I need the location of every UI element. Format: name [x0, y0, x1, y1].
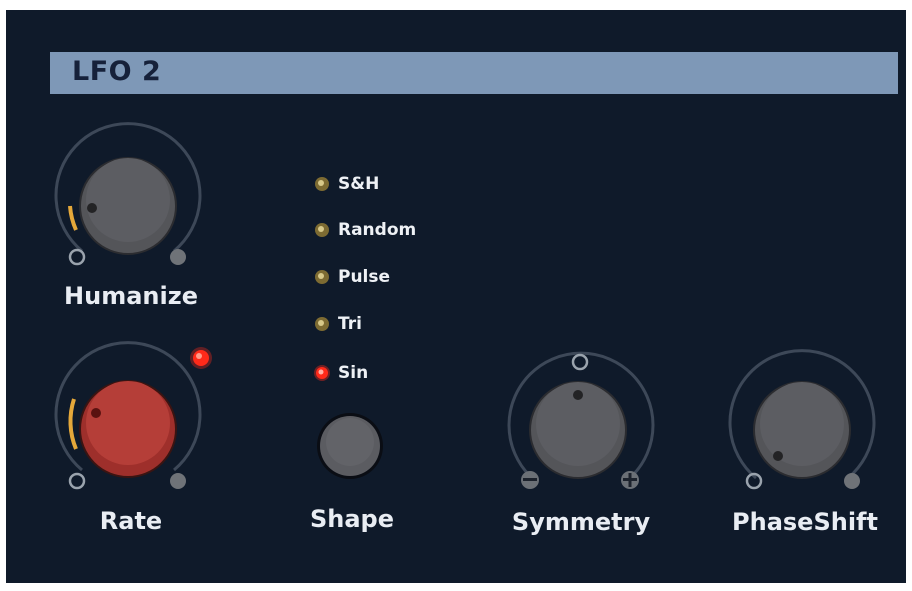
humanize-knob[interactable]	[54, 122, 206, 268]
phaseshift-knob-graphic	[728, 349, 876, 490]
shape-option-sh[interactable]: S&H	[312, 173, 379, 195]
rate-min-marker-icon	[68, 472, 86, 490]
humanize-max-marker-icon	[170, 249, 186, 265]
led-inactive-icon	[312, 268, 332, 286]
shape-option-sin[interactable]: Sin	[312, 362, 368, 384]
phaseshift-knob-pointer	[773, 451, 783, 461]
led-active-icon	[312, 364, 332, 382]
shape-option-label: Sin	[338, 363, 369, 383]
symmetry-knob[interactable]	[506, 350, 656, 500]
rate-sync-led-icon[interactable]	[188, 345, 214, 371]
humanize-knob-pointer	[87, 203, 97, 213]
shape-option-tri[interactable]: Tri	[312, 313, 362, 335]
symmetry-minus-icon	[521, 471, 539, 489]
phaseshift-knob[interactable]	[728, 349, 880, 490]
humanize-label: Humanize	[64, 282, 198, 310]
led-inactive-icon	[312, 315, 332, 333]
rate-sync-led-graphic	[190, 347, 212, 369]
symmetry-knob-pointer	[573, 390, 583, 400]
humanize-knob-cap	[86, 158, 170, 242]
phaseshift-knob-cap	[760, 382, 844, 466]
shape-option-label: Pulse	[338, 267, 391, 287]
rate-knob-cap	[86, 381, 170, 465]
symmetry-center-marker-icon	[571, 353, 589, 371]
humanize-knob-graphic	[54, 122, 202, 266]
shape-selector-knob[interactable]	[316, 412, 388, 484]
phaseshift-label: PhaseShift	[732, 508, 878, 536]
symmetry-label: Symmetry	[511, 508, 651, 536]
rate-arc-value	[68, 398, 78, 450]
panel-title: LFO 2	[72, 56, 162, 87]
shape-option-label: Tri	[338, 314, 362, 334]
rate-label: Rate	[99, 507, 163, 535]
symmetry-knob-graphic	[507, 351, 655, 489]
shape-option-label: S&H	[338, 174, 380, 194]
rate-knob-pointer	[91, 408, 101, 418]
shape-label: Shape	[309, 505, 395, 533]
led-inactive-icon	[312, 221, 332, 239]
shape-option-label: Random	[338, 220, 417, 240]
shape-option-pulse[interactable]: Pulse	[312, 266, 390, 288]
shape-option-random[interactable]: Random	[312, 219, 416, 241]
rate-knob[interactable]	[54, 341, 206, 490]
humanize-arc-value	[68, 205, 78, 231]
rate-max-marker-icon	[170, 473, 186, 489]
title-bar: LFO 2	[50, 52, 898, 94]
symmetry-plus-icon	[621, 471, 639, 489]
shape-knob-graphic	[317, 413, 383, 479]
phaseshift-max-marker-icon	[844, 473, 860, 489]
rate-knob-graphic	[54, 341, 202, 490]
led-inactive-icon	[312, 175, 332, 193]
humanize-min-marker-icon	[68, 248, 86, 266]
